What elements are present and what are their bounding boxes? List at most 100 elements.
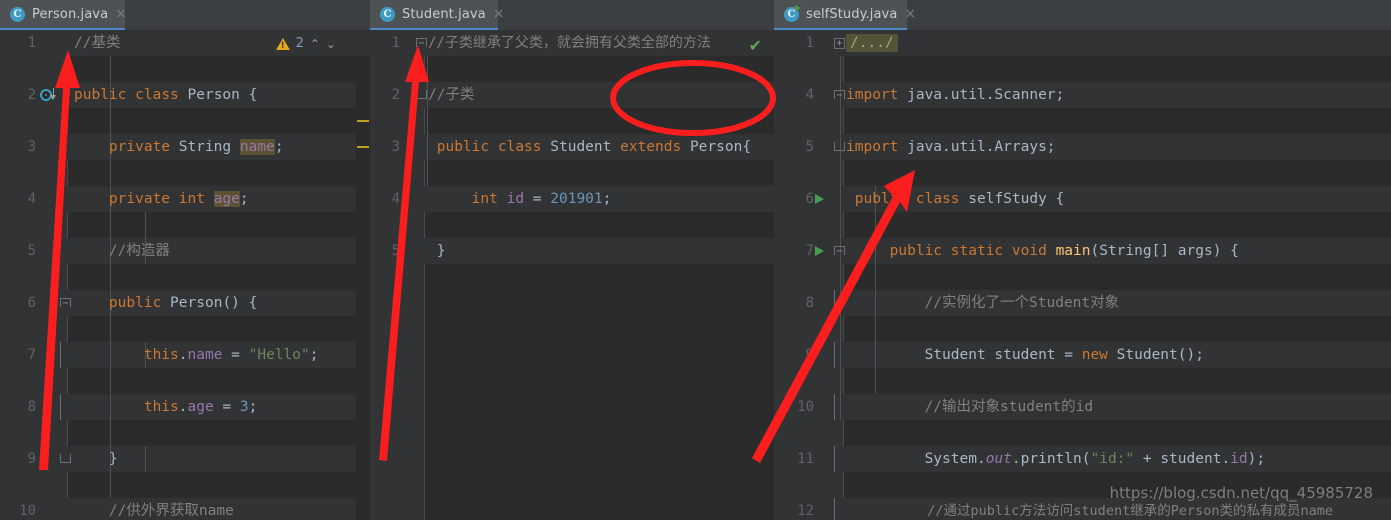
tab-selfstudy-java[interactable]: C selfStudy.java ×: [774, 0, 916, 30]
code-line[interactable]: 3 public class Student extends Person{: [370, 134, 774, 160]
close-icon[interactable]: ×: [115, 7, 127, 21]
fold-line: [834, 290, 835, 316]
line-number: 6: [27, 295, 36, 311]
code-line[interactable]: 3 private String name;: [0, 134, 370, 160]
warning-count: 2: [295, 36, 304, 51]
chevron-up-icon[interactable]: ⌃: [310, 37, 320, 51]
line-number: 1: [391, 35, 400, 51]
line-number: 9: [27, 451, 36, 467]
fold-end-icon[interactable]: [416, 90, 427, 99]
indent-guide: [145, 446, 146, 472]
code-line[interactable]: 2 public class Person {: [0, 82, 370, 108]
indent-guide: [427, 56, 428, 186]
indent-guide: [840, 56, 841, 420]
code-line[interactable]: 6: [370, 290, 774, 316]
line-number: 8: [27, 399, 36, 415]
code-line[interactable]: 4 − import java.util.Scanner;: [774, 82, 1391, 108]
tab-bar-student: C Student.java ×: [370, 0, 774, 30]
fold-line: [834, 498, 835, 520]
warning-triangle-icon: [275, 37, 290, 51]
code-line[interactable]: 6 public class selfStudy {: [774, 186, 1391, 212]
code-line[interactable]: 6 − public Person() {: [0, 290, 370, 316]
code-line[interactable]: 2 //子类: [370, 82, 774, 108]
code-line[interactable]: 5 import java.util.Arrays;: [774, 134, 1391, 160]
folded-code-placeholder[interactable]: /.../: [846, 34, 898, 52]
code-line[interactable]: 8 this.age = 3;: [0, 394, 370, 420]
code-rows: 1 − //子类继承了父类，就会拥有父类全部的方法 2 //子类 3 publi…: [370, 30, 774, 311]
tab-student-java[interactable]: C Student.java ×: [370, 0, 504, 30]
indent-guide: [110, 56, 111, 498]
line-number: 10: [797, 399, 814, 415]
line-number: 1: [805, 35, 814, 51]
close-icon[interactable]: ×: [904, 7, 916, 21]
line-number: 6: [805, 191, 814, 207]
ide-window: C Person.java × 2 ⌃ ⌄: [0, 0, 1391, 520]
line-number: 3: [391, 139, 400, 155]
inspection-widget[interactable]: 2 ⌃ ⌄: [275, 36, 336, 51]
run-method-icon[interactable]: [815, 246, 824, 256]
fold-line: [834, 394, 835, 420]
code-line[interactable]: 11 System.out.println("id:" + student.id…: [774, 446, 1391, 472]
fold-open-icon[interactable]: −: [416, 38, 427, 49]
tab-label: Student.java: [402, 6, 486, 22]
code-line[interactable]: 5 }: [370, 238, 774, 264]
code-line[interactable]: 4 private int age;: [0, 186, 370, 212]
code-line[interactable]: 10 //输出对象student的id: [774, 394, 1391, 420]
editor-area-student[interactable]: ✔ 1 − //子类继承了父类，就会拥有父类全部的方法 2 //子类 3 pub…: [370, 30, 774, 520]
warning-marker[interactable]: [357, 146, 369, 148]
fold-open-icon[interactable]: −: [60, 298, 71, 309]
line-number: 7: [27, 347, 36, 363]
code-line[interactable]: 10 //供外界获取name: [0, 498, 370, 520]
editor-area-person[interactable]: 2 ⌃ ⌄ 1 //基类 2 publi: [0, 30, 370, 520]
line-number: 2: [27, 87, 36, 103]
code-rows: 1 //基类 2 public class Person { 3 private…: [0, 30, 370, 520]
close-icon[interactable]: ×: [493, 7, 505, 21]
line-number: 4: [805, 87, 814, 103]
line-number: 12: [797, 503, 814, 519]
fold-end-icon[interactable]: [60, 454, 71, 463]
code-line[interactable]: 7 − public static void main(String[] arg…: [774, 238, 1391, 264]
code-line[interactable]: 1 + /.../: [774, 30, 1391, 56]
code-line[interactable]: 7 this.name = "Hello";: [0, 342, 370, 368]
editor-area-selfstudy[interactable]: 1 + /.../ 4 − import java.util.Scanner; …: [774, 30, 1391, 520]
code-line[interactable]: 8 //实例化了一个Student对象: [774, 290, 1391, 316]
tab-bar-person: C Person.java ×: [0, 0, 370, 30]
java-class-icon: C: [380, 6, 395, 22]
line-number: 6: [391, 295, 400, 311]
fold-line: [60, 342, 61, 368]
code-line[interactable]: 5 //构造器: [0, 238, 370, 264]
fold-open-icon[interactable]: −: [834, 246, 845, 257]
editor-panel-selfstudy: C selfStudy.java × 1 + /.../ 4 − import …: [774, 0, 1391, 520]
code-line[interactable]: 9 Student student = new Student();: [774, 342, 1391, 368]
run-class-icon[interactable]: [815, 194, 824, 204]
watermark-url: https://blog.csdn.net/qq_45985728: [1109, 484, 1373, 502]
code-line[interactable]: 1 − //子类继承了父类，就会拥有父类全部的方法: [370, 30, 774, 56]
watermark-text: https://blog.csdn.net/qq_45985728: [1110, 484, 1373, 502]
line-number: 8: [805, 295, 814, 311]
fold-open-icon[interactable]: −: [834, 90, 845, 101]
scroll-marker-strip[interactable]: [356, 60, 370, 520]
line-number: 7: [805, 243, 814, 259]
tab-bar-selfstudy: C selfStudy.java ×: [774, 0, 1391, 30]
overridden-method-icon[interactable]: [40, 88, 64, 102]
line-number: 5: [391, 243, 400, 259]
checkmark-icon[interactable]: ✔: [749, 36, 762, 55]
code-line[interactable]: 9 }: [0, 446, 370, 472]
line-number: 11: [797, 451, 814, 467]
line-number: 10: [19, 503, 36, 519]
line-number: 5: [805, 139, 814, 155]
fold-collapsed-icon[interactable]: +: [834, 38, 845, 49]
code-line[interactable]: 4 int id = 201901;: [370, 186, 774, 212]
fold-line: [834, 342, 835, 368]
warning-marker[interactable]: [357, 120, 369, 122]
fold-line: [834, 446, 835, 472]
tab-person-java[interactable]: C Person.java ×: [0, 0, 127, 30]
fold-end-icon[interactable]: [834, 142, 845, 151]
tab-label: selfStudy.java: [806, 6, 898, 22]
editor-panel-student: C Student.java × ✔ 1 − //子类继承了父类，就会拥有父类全…: [370, 0, 774, 520]
line-number: 4: [391, 191, 400, 207]
line-number: 2: [391, 87, 400, 103]
chevron-down-icon[interactable]: ⌄: [326, 37, 336, 51]
line-number: 9: [805, 347, 814, 363]
java-class-icon: C: [10, 6, 25, 22]
